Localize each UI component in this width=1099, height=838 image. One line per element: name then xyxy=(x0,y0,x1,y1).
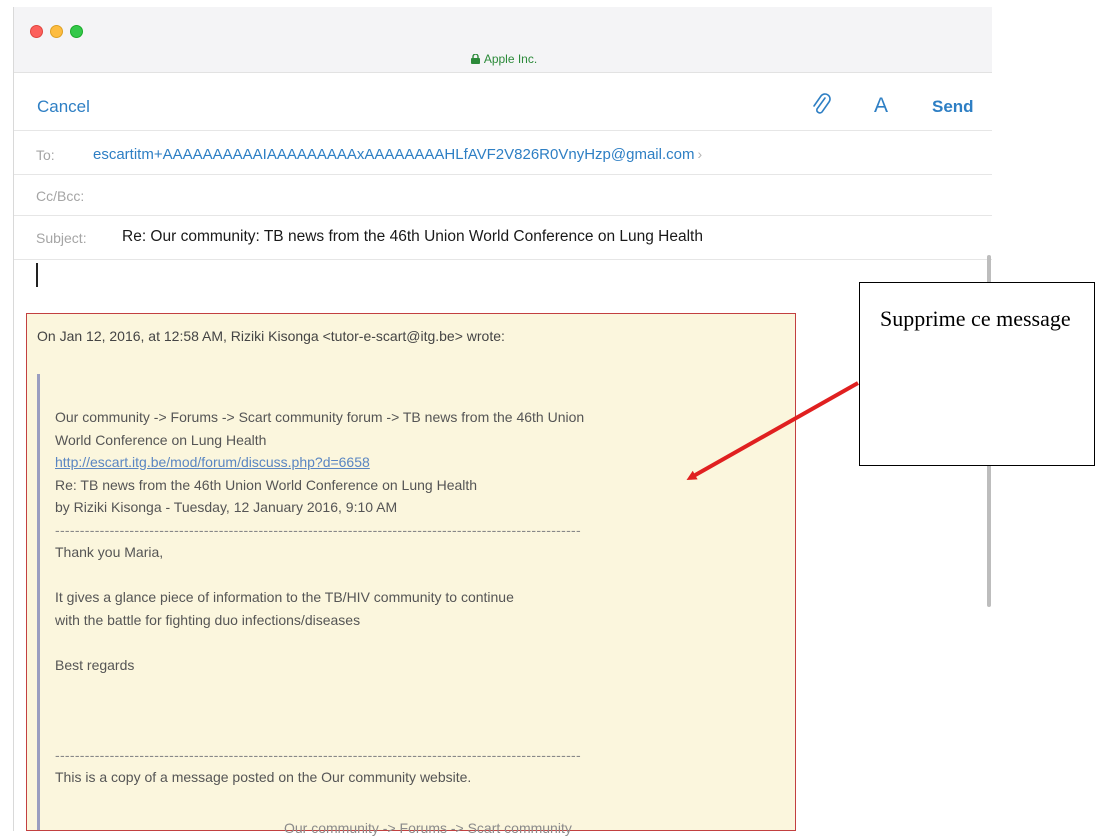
title-bar: Apple Inc. xyxy=(14,7,992,73)
send-button[interactable]: Send xyxy=(932,97,974,117)
subject-field-row[interactable]: Subject: Re: Our community: TB news from… xyxy=(14,216,992,260)
compose-toolbar: Cancel A Send xyxy=(14,73,992,131)
lock-icon xyxy=(470,54,480,64)
divider: ----------------------------------------… xyxy=(55,746,581,763)
quoted-message[interactable]: On Jan 12, 2016, at 12:58 AM, Riziki Kis… xyxy=(26,313,796,831)
annotation-callout: Supprime ce message xyxy=(859,282,1095,466)
site-title-text: Apple Inc. xyxy=(483,52,538,66)
byline: by Riziki Kisonga - Tuesday, 12 January … xyxy=(55,499,398,515)
chevron-right-icon[interactable]: › xyxy=(697,146,702,162)
greeting: Thank you Maria, xyxy=(55,544,164,560)
cc-bcc-field-row[interactable]: Cc/Bcc: xyxy=(14,175,992,216)
breadcrumb-line-1: Our community -> Forums -> Scart communi… xyxy=(55,409,585,425)
signoff: Best regards xyxy=(55,656,135,673)
close-window-button[interactable] xyxy=(30,25,43,38)
quote-body: Our community -> Forums -> Scart communi… xyxy=(55,406,795,789)
mail-compose-window: Apple Inc. Cancel A Send To: escartitm+A… xyxy=(13,7,992,831)
to-recipient[interactable]: escartitm+AAAAAAAAAAIAAAAAAAAAxAAAAAAAAH… xyxy=(93,146,694,163)
to-field[interactable]: escartitm+AAAAAAAAAAIAAAAAAAAAxAAAAAAAAH… xyxy=(93,146,702,163)
background-text: Our community -> Forums -> Scart communi… xyxy=(284,820,572,836)
paperclip-icon[interactable] xyxy=(810,92,832,118)
reply-title: Re: TB news from the 46th Union World Co… xyxy=(55,476,478,493)
subject-label: Subject: xyxy=(36,230,87,246)
cc-bcc-label: Cc/Bcc: xyxy=(36,188,85,204)
minimize-window-button[interactable] xyxy=(50,25,63,38)
font-format-button[interactable]: A xyxy=(874,94,888,118)
quote-bar xyxy=(37,374,40,830)
zoom-window-button[interactable] xyxy=(70,25,83,38)
body-line-1: It gives a glance piece of information t… xyxy=(55,589,514,605)
cancel-button[interactable]: Cancel xyxy=(37,97,90,117)
to-label: To: xyxy=(36,147,55,163)
breadcrumb-line-2: World Conference on Lung Health xyxy=(55,431,267,448)
subject-field[interactable]: Re: Our community: TB news from the 46th… xyxy=(122,228,703,246)
to-field-row: To: escartitm+AAAAAAAAAAIAAAAAAAAAxAAAAA… xyxy=(14,131,992,175)
divider: ----------------------------------------… xyxy=(55,521,581,538)
text-cursor xyxy=(36,263,38,287)
forum-link[interactable]: http://escart.itg.be/mod/forum/discuss.p… xyxy=(55,454,370,470)
body-line-2: with the battle for fighting duo infecti… xyxy=(55,611,361,628)
footer-note: This is a copy of a message posted on th… xyxy=(55,769,472,785)
quote-header: On Jan 12, 2016, at 12:58 AM, Riziki Kis… xyxy=(37,328,505,344)
window-title: Apple Inc. xyxy=(14,52,992,66)
